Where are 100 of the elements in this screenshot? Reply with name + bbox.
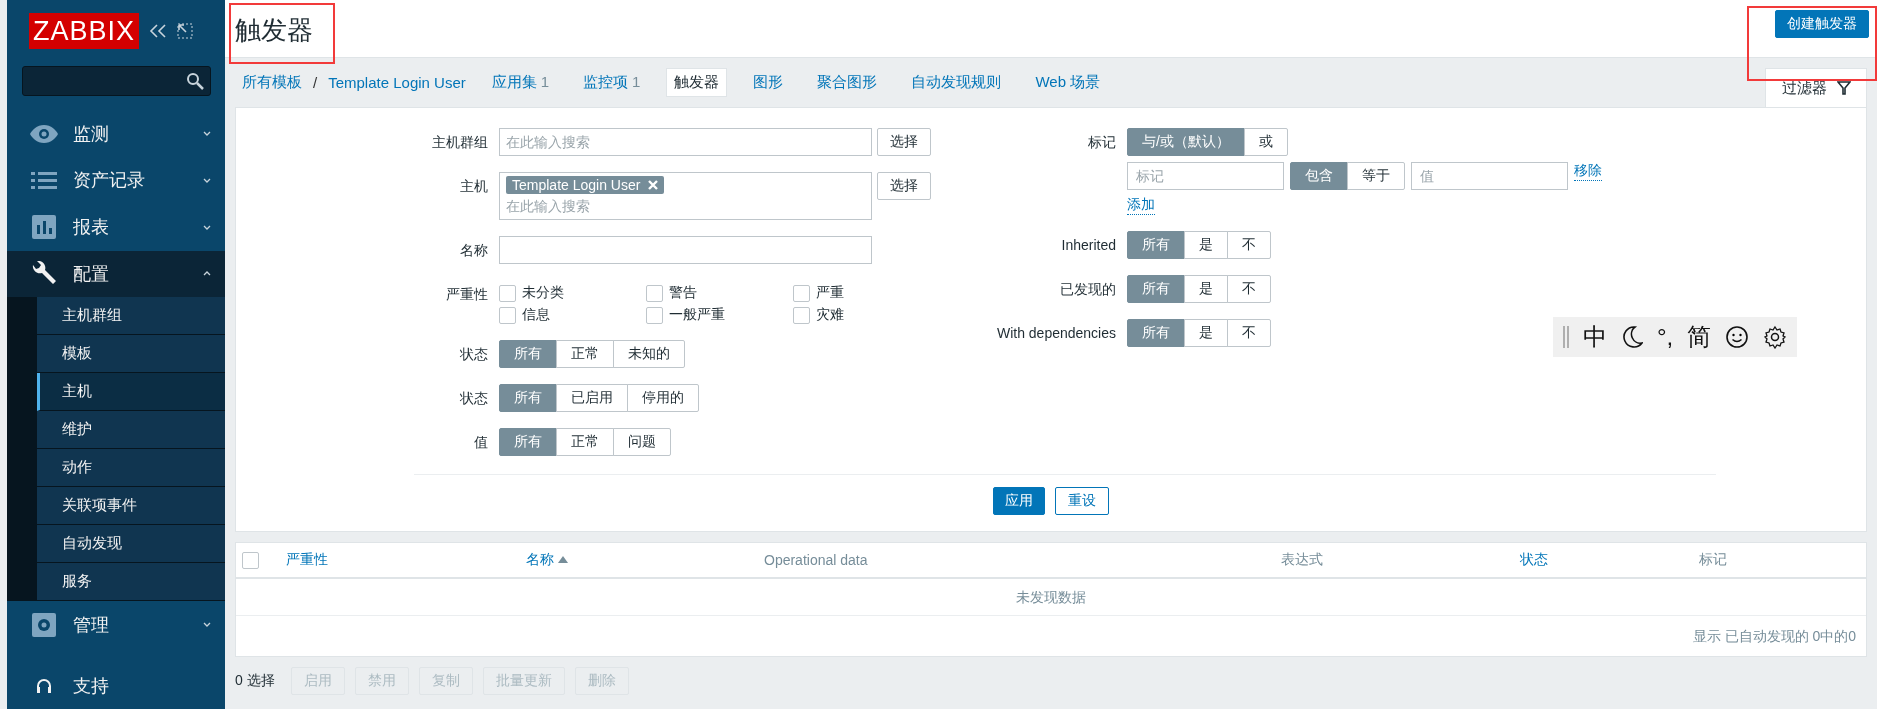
nav-tab[interactable]: 图形 — [745, 68, 792, 97]
segment-button[interactable]: 已启用 — [556, 384, 628, 412]
pagination-summary: 显示 已自动发现的 0中的0 — [1691, 627, 1857, 646]
nav-tab[interactable]: 自动发现规则 — [903, 68, 1010, 97]
field-label: 名称 — [459, 241, 488, 260]
segment-button[interactable]: 问题 — [613, 428, 671, 456]
select-all-checkbox[interactable] — [242, 551, 259, 569]
name-field[interactable] — [499, 236, 872, 264]
menu-item[interactable]: 支持 — [7, 662, 225, 709]
page-title: 触发器 — [229, 3, 335, 64]
segment-button[interactable]: 不 — [1227, 275, 1271, 303]
segment-button[interactable]: 是 — [1184, 231, 1228, 259]
field-label: 已发现的 — [1059, 280, 1116, 299]
sort-link[interactable]: 状态 — [1520, 551, 1699, 569]
caret-down-icon — [203, 622, 211, 628]
caret-up-icon — [203, 271, 211, 277]
segment-button[interactable]: 等于 — [1347, 162, 1405, 190]
submenu-item[interactable]: 服务 — [37, 563, 225, 602]
settings-icon[interactable] — [1763, 325, 1788, 349]
collapse-icon[interactable] — [149, 24, 168, 38]
caret-down-icon — [203, 177, 211, 183]
caret-down-icon — [203, 131, 211, 136]
checkbox-label: 严重 — [816, 284, 844, 302]
nav-tab[interactable]: 监控项 1 — [575, 68, 649, 97]
segment-button[interactable]: 不 — [1227, 231, 1271, 259]
nav-tab[interactable]: 应用集 1 — [483, 68, 558, 97]
caret-down-icon — [203, 224, 211, 230]
search-icon[interactable] — [186, 72, 204, 91]
submenu-item[interactable]: 模板 — [37, 335, 225, 374]
checkbox[interactable] — [499, 306, 516, 324]
fullscreen-icon[interactable] — [177, 23, 194, 39]
field-label: With dependencies — [996, 324, 1116, 343]
segment-button[interactable]: 不 — [1227, 319, 1271, 347]
menu-item[interactable]: 管理 — [7, 601, 225, 649]
segment-button[interactable]: 停用的 — [627, 384, 699, 412]
segment-button[interactable]: 未知的 — [613, 340, 685, 368]
segment-button[interactable]: 是 — [1184, 319, 1228, 347]
segment-button[interactable]: 正常 — [556, 340, 614, 368]
segment-button[interactable]: 或 — [1243, 128, 1288, 156]
zabbix-logo[interactable]: ZABBIX — [29, 13, 140, 49]
field-label: 值 — [473, 433, 488, 452]
sort-link[interactable]: 严重性 — [286, 551, 526, 569]
filter-tab[interactable]: 过滤器 — [1765, 68, 1867, 107]
checkbox[interactable] — [646, 306, 663, 324]
filter-icon — [1836, 81, 1851, 95]
submenu-item[interactable]: 主机群组 — [37, 297, 225, 336]
smiley-icon[interactable] — [1725, 325, 1750, 349]
field-label: 严重性 — [445, 285, 488, 304]
breadcrumb-link[interactable]: Template Login User — [328, 74, 466, 91]
reset-button[interactable]: 重设 — [1055, 487, 1109, 515]
remove-link[interactable]: 移除 — [1574, 162, 1602, 181]
punctuation-toggle[interactable]: °, — [1657, 323, 1674, 351]
field-label: 标记 — [1087, 133, 1116, 152]
select-button[interactable]: 选择 — [877, 128, 931, 156]
submenu-item[interactable]: 关联项事件 — [37, 487, 225, 526]
nav-tab[interactable]: Web 场景 — [1027, 68, 1109, 97]
select-button[interactable]: 选择 — [877, 172, 931, 200]
list-icon — [29, 170, 59, 191]
submenu-item[interactable]: 动作 — [37, 449, 225, 488]
field-label: 主机 — [459, 177, 488, 196]
nav-tab[interactable]: 触发器 — [666, 68, 728, 97]
menu-item[interactable]: 报表 — [7, 203, 225, 251]
create-trigger-button[interactable]: 创建触发器 — [1775, 10, 1869, 38]
script-toggle[interactable]: 简 — [1687, 321, 1712, 353]
checkbox[interactable] — [793, 284, 810, 302]
eye-icon — [29, 123, 59, 144]
checkbox[interactable] — [793, 306, 810, 324]
add-link[interactable]: 添加 — [1127, 196, 1155, 215]
menu-item[interactable]: 资产记录 — [7, 156, 225, 204]
column-title: 表达式 — [1281, 551, 1324, 569]
checkbox-label: 未分类 — [522, 284, 564, 302]
selected-count: 0 选择 — [235, 672, 275, 690]
checkbox-label: 信息 — [522, 306, 550, 324]
empty-message: 未发现数据 — [236, 579, 1866, 616]
moon-icon[interactable] — [1621, 325, 1643, 349]
segment-button[interactable]: 正常 — [556, 428, 614, 456]
menu-item[interactable]: 监测 — [7, 110, 225, 157]
sort-link[interactable]: 名称 — [526, 551, 764, 569]
segment-button[interactable]: 是 — [1184, 275, 1228, 303]
checkbox[interactable] — [499, 284, 516, 302]
checkbox[interactable] — [646, 284, 663, 302]
field-label: 主机群组 — [431, 133, 488, 152]
checkbox-label: 一般严重 — [669, 306, 725, 324]
checkbox-label: 警告 — [669, 284, 697, 302]
remove-icon[interactable] — [648, 180, 659, 190]
breadcrumb-separator: / — [312, 74, 319, 91]
menu-item[interactable]: 配置 — [7, 250, 225, 298]
submenu-item[interactable]: 自动发现 — [37, 525, 225, 564]
checkbox-label: 灾难 — [816, 306, 844, 324]
breadcrumb-link[interactable]: 所有模板 — [242, 73, 302, 92]
drag-handle-icon — [1563, 326, 1569, 348]
apply-button[interactable]: 应用 — [993, 487, 1045, 515]
column-title: 标记 — [1699, 551, 1728, 569]
submenu-item[interactable]: 维护 — [37, 411, 225, 450]
search-field[interactable] — [22, 66, 211, 97]
submenu-item[interactable]: 主机 — [37, 373, 225, 412]
field-label: 状态 — [459, 389, 488, 408]
gear-icon — [29, 612, 59, 637]
input-mode-toggle[interactable]: 中 — [1583, 321, 1607, 353]
nav-tab[interactable]: 聚合图形 — [809, 68, 886, 97]
